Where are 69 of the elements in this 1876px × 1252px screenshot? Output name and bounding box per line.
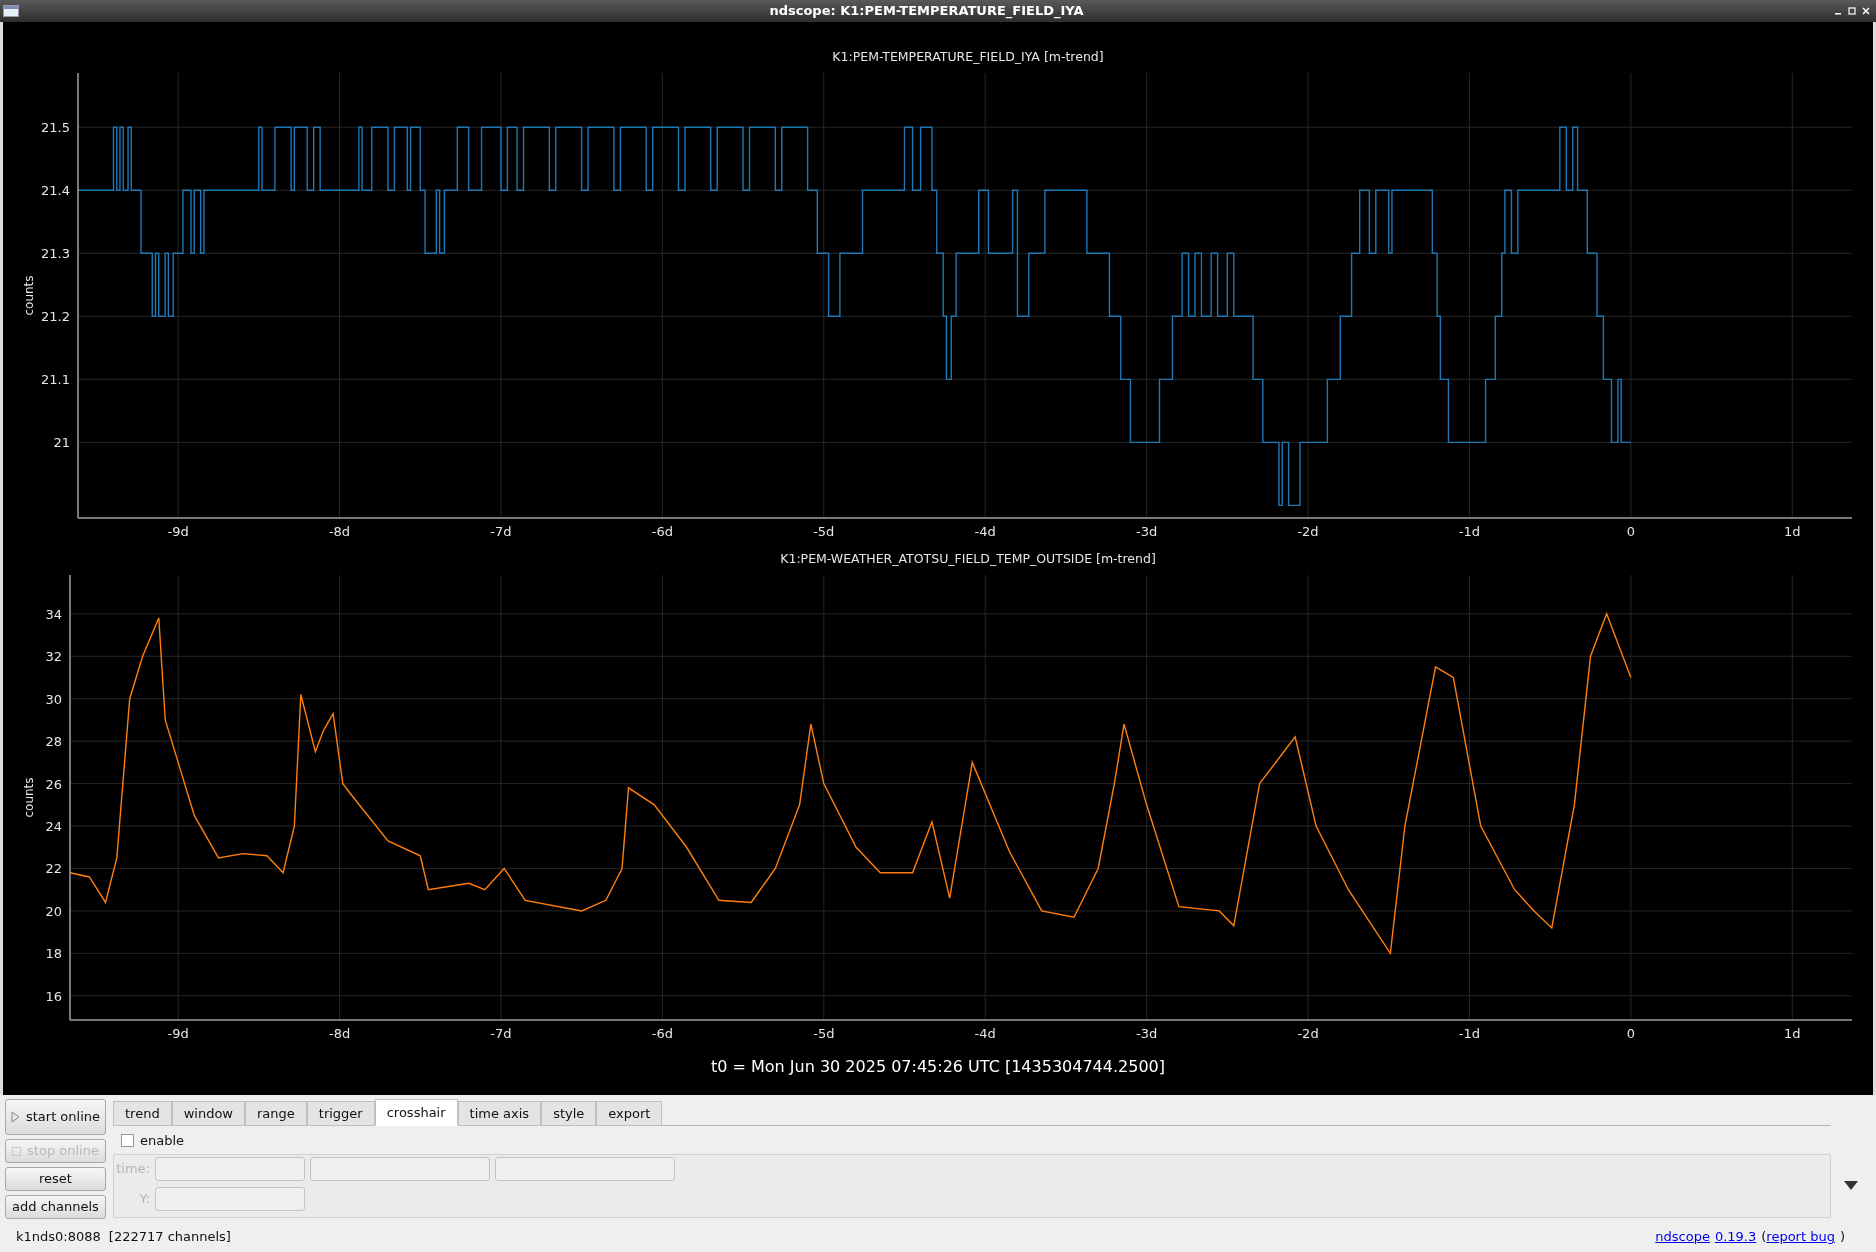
tick-label: 0 [1626,524,1635,539]
tick-label: -1d [1458,524,1481,539]
tick-label: 22 [45,861,62,877]
window-title: ndscope: K1:PEM-TEMPERATURE_FIELD_IYA [769,2,1084,21]
tab[interactable]: trend [113,1101,172,1126]
tick-label: -3d [1136,524,1158,539]
link[interactable]: ndscope [1655,1227,1710,1247]
tab[interactable]: export [596,1101,663,1126]
checkbox-label: enable [140,1132,185,1150]
tick-label: -8d [328,1026,351,1041]
axis-label: counts [22,777,36,818]
tick-label: 34 [45,606,62,622]
tick-label: 20 [45,903,62,919]
close-icon[interactable] [1862,7,1870,15]
tick-label: 21.4 [41,183,70,199]
tick-label: -8d [328,524,351,539]
maximize-icon[interactable] [1848,7,1856,15]
tick-label: 21 [53,435,70,451]
tick-label: -5d [813,1026,835,1041]
status-text: ( [1761,1228,1767,1246]
plot-title: K1:PEM-WEATHER_ATOTSU_FIELD_TEMP_OUTSIDE [m-trend] [780,549,1156,568]
tick-label: 1d [1784,524,1801,539]
tick-label: -9d [167,524,189,539]
dropdown-arrow-icon[interactable] [1844,1181,1858,1190]
tick-label: -2d [1297,524,1319,539]
tick-label: -6d [651,1026,673,1041]
tick-label: 21.1 [41,372,70,388]
tick-label: 21.3 [41,246,70,262]
toolbar-button[interactable]: add channels [5,1195,106,1219]
tick-label: -2d [1297,1026,1319,1041]
t0-label: t0 = Mon Jun 30 2025 07:45:26 UTC [1435304744.2500] [711,1056,1165,1078]
toolbar-button[interactable]: reset [5,1167,106,1191]
tick-label: -3d [1136,1026,1158,1041]
tick-label: -7d [490,524,512,539]
tab[interactable]: crosshair [374,1099,458,1126]
plot-title: K1:PEM-TEMPERATURE_FIELD_IYA [m-trend] [832,47,1104,66]
tick-label: 30 [45,691,62,707]
tick-label: 18 [45,946,62,962]
tab[interactable]: time axis [457,1101,542,1126]
play-icon [10,1111,20,1123]
tick-label: -4d [974,1026,996,1041]
tick-label: 26 [45,776,62,792]
channel-count: [222717 channels] [108,1228,231,1246]
axis-label: counts [22,275,36,316]
tab[interactable]: style [541,1101,597,1126]
tab[interactable]: trigger [306,1101,375,1126]
tick-label: 0 [1626,1026,1635,1041]
tick-label: -6d [651,524,673,539]
tick-label: 16 [45,988,62,1004]
tab[interactable]: range [245,1101,307,1126]
window-icon [3,5,19,17]
tick-label: -7d [490,1026,512,1041]
tab[interactable]: window [171,1101,245,1126]
tick-label: 1d [1784,1026,1801,1041]
tick-label: -5d [813,524,835,539]
tick-label: 21.2 [41,309,70,325]
tick-label: 24 [45,819,62,835]
stop-icon [12,1146,22,1156]
tick-label: 28 [45,734,62,750]
tick-label: -4d [974,524,996,539]
toolbar-button[interactable]: start online [5,1099,106,1135]
tick-label: -1d [1458,1026,1481,1041]
link[interactable]: 0.19.3 [1714,1227,1757,1247]
tick-label: 21.5 [41,120,70,136]
status-text: ) [1839,1228,1845,1246]
server-address: k1nds0:8088 [16,1228,101,1246]
tick-label: -9d [167,1026,189,1041]
tick-label: 32 [45,649,62,665]
link[interactable]: report bug [1766,1227,1835,1247]
